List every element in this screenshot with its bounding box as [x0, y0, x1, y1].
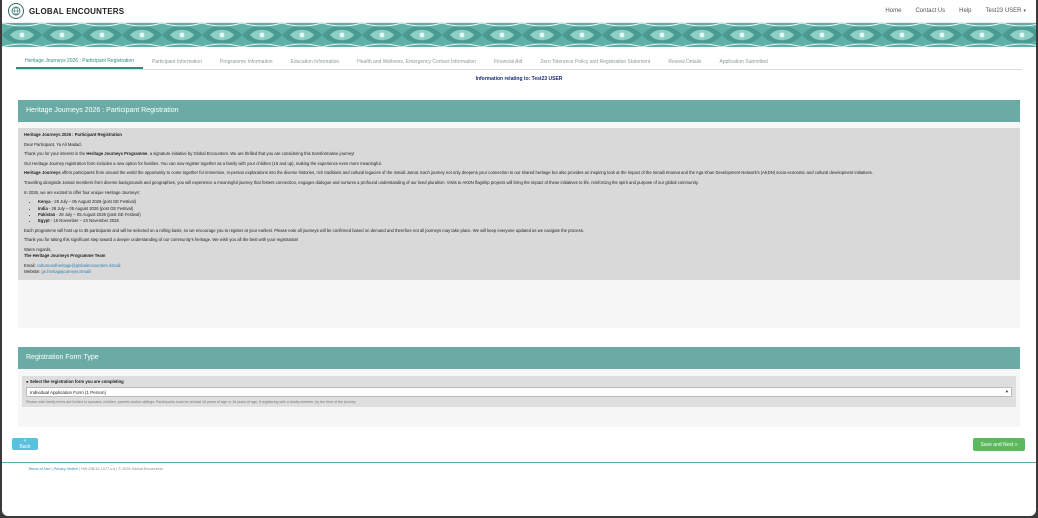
browser-window: GLOBAL ENCOUNTERS Home Contact Us Help T…	[2, 0, 1036, 516]
intro-p1-post: , a signature initiative by Global Encou…	[147, 151, 355, 157]
select-label-row: ● Select the registration form you are c…	[26, 379, 1012, 384]
registration-panel-title: Registration Form Type	[18, 347, 1020, 369]
tab-participant-information[interactable]: Participant Information	[143, 59, 211, 69]
journey-name: Egypt	[38, 218, 50, 224]
terms-link[interactable]: Terms of Use	[28, 467, 50, 471]
brand[interactable]: GLOBAL ENCOUNTERS	[8, 3, 124, 19]
journey-dates: - 28 July – 05 August 2026 (post GE Fest…	[55, 211, 141, 217]
tab-programme-information[interactable]: Programme Information	[211, 59, 282, 69]
journey-dates: - 28 July – 05 August 2026 (post GE Fest…	[50, 199, 137, 205]
pattern-banner	[2, 23, 1036, 47]
email-label: Email:	[24, 262, 37, 268]
website-link[interactable]: ge.heritagejourneys.ismaili	[41, 269, 91, 274]
intro-p5: In 2026, we are excited to offer four un…	[24, 189, 140, 195]
intro-p1: Thank you for your interest in the Herit…	[24, 151, 1014, 157]
privacy-link[interactable]: Privacy Notice	[54, 467, 78, 471]
journey-name: Pakistan	[38, 211, 56, 217]
website-label: Website:	[24, 269, 42, 275]
form-type-select[interactable]: Individual Application Form (1 Person) ▾	[26, 387, 1012, 397]
nav-home[interactable]: Home	[885, 8, 901, 14]
intro-team: The Heritage Journeys Programme Team	[24, 253, 106, 259]
wizard-tabs: Heritage Journeys 2026 : Participant Reg…	[16, 55, 1022, 70]
intro-p1-pre: Thank you for your interest in the	[24, 151, 87, 157]
top-navbar: GLOBAL ENCOUNTERS Home Contact Us Help T…	[2, 0, 1036, 23]
tab-zero-tolerance[interactable]: Zero Tolerance Policy and Registration S…	[531, 59, 659, 69]
nav-help[interactable]: Help	[959, 8, 971, 14]
intro-p6: Each programme will host up to 35 partic…	[24, 227, 584, 233]
footer: Terms of Use | Privacy Notice | HW-2/B/1…	[28, 467, 163, 471]
chevron-down-icon: ▾	[1005, 389, 1008, 394]
journey-list: Kenya - 28 July – 05 August 2026 (post G…	[24, 199, 1014, 225]
brand-name: GLOBAL ENCOUNTERS	[29, 6, 125, 16]
caret-down-icon: ▾	[1023, 8, 1026, 14]
required-dot-icon: ●	[26, 379, 29, 384]
nav-contact[interactable]: Contact Us	[915, 8, 945, 14]
intro-p3: Heritage Journeys offers participants fr…	[24, 170, 1014, 176]
intro-p3-post: offers participants from around the worl…	[60, 170, 873, 176]
intro-panel-title: Heritage Journeys 2026 : Participant Reg…	[18, 100, 1020, 122]
form-type-note: Please note family forms are limited to …	[26, 400, 357, 404]
nav-links: Home Contact Us Help Test23 USER ▾	[885, 8, 1026, 14]
user-name: Test23 USER	[985, 8, 1022, 14]
registration-panel: Registration Form Type ● Select the regi…	[18, 347, 1020, 427]
footer-rest: | HW-2/B/10-1577-v.a | © 2026 Global Enc…	[77, 467, 163, 471]
intro-p1-bold: Heritage Journeys Programme	[86, 151, 148, 157]
tab-health-wellness[interactable]: Health and Wellness, Emergency Contact I…	[348, 59, 485, 69]
intro-p3-bold: Heritage Journeys	[24, 170, 61, 176]
pattern-banner-graphic	[2, 23, 1036, 47]
tab-financial-aid[interactable]: Financial Aid	[485, 59, 531, 69]
journey-name: Kenya	[38, 199, 51, 205]
back-button[interactable]: « Back	[12, 438, 38, 450]
intro-greeting: Dear Participant, Ya Ali Madad,	[24, 141, 82, 147]
journey-dates: - 28 July – 05 August 2026 (post GE Fest…	[47, 205, 134, 211]
intro-panel: Heritage Journeys 2026 : Participant Reg…	[18, 100, 1020, 328]
save-next-button[interactable]: Save and Next »	[973, 438, 1025, 451]
info-line: Information relating to: Test23 USER	[475, 76, 563, 82]
list-item: Egypt - 15 November – 23 November 2026	[38, 218, 1014, 224]
tab-application-submitted[interactable]: Application Submitted	[710, 59, 776, 69]
journey-dates: - 15 November – 23 November 2026	[49, 218, 119, 224]
globe-logo-icon	[8, 3, 24, 19]
intro-panel-body: Heritage Journeys 2026 : Participant Reg…	[18, 128, 1020, 280]
footer-divider	[2, 462, 1036, 463]
tab-review-details[interactable]: Review Details	[659, 59, 710, 69]
select-label: Select the registration form you are com…	[29, 379, 124, 384]
intro-p4: Travelling alongside Jamati members from…	[24, 179, 699, 185]
intro-p2: Our Heritage Journey registration form i…	[24, 160, 382, 166]
registration-form: ● Select the registration form you are c…	[22, 376, 1016, 407]
journey-name: India	[38, 205, 48, 211]
intro-website: Website: ge.heritagejourneys.ismaili	[24, 269, 1014, 275]
email-link[interactable]: cultureandheritage@globalencounters.isma…	[37, 263, 121, 268]
tab-participant-registration[interactable]: Heritage Journeys 2026 : Participant Reg…	[16, 58, 143, 69]
intro-p7: Thank you for taking this significant st…	[24, 237, 299, 243]
tab-education-information[interactable]: Education Information	[282, 59, 349, 69]
intro-heading: Heritage Journeys 2026 : Participant Reg…	[24, 132, 122, 137]
form-type-value: Individual Application Form (1 Person)	[30, 389, 107, 395]
user-menu[interactable]: Test23 USER ▾	[985, 8, 1026, 14]
